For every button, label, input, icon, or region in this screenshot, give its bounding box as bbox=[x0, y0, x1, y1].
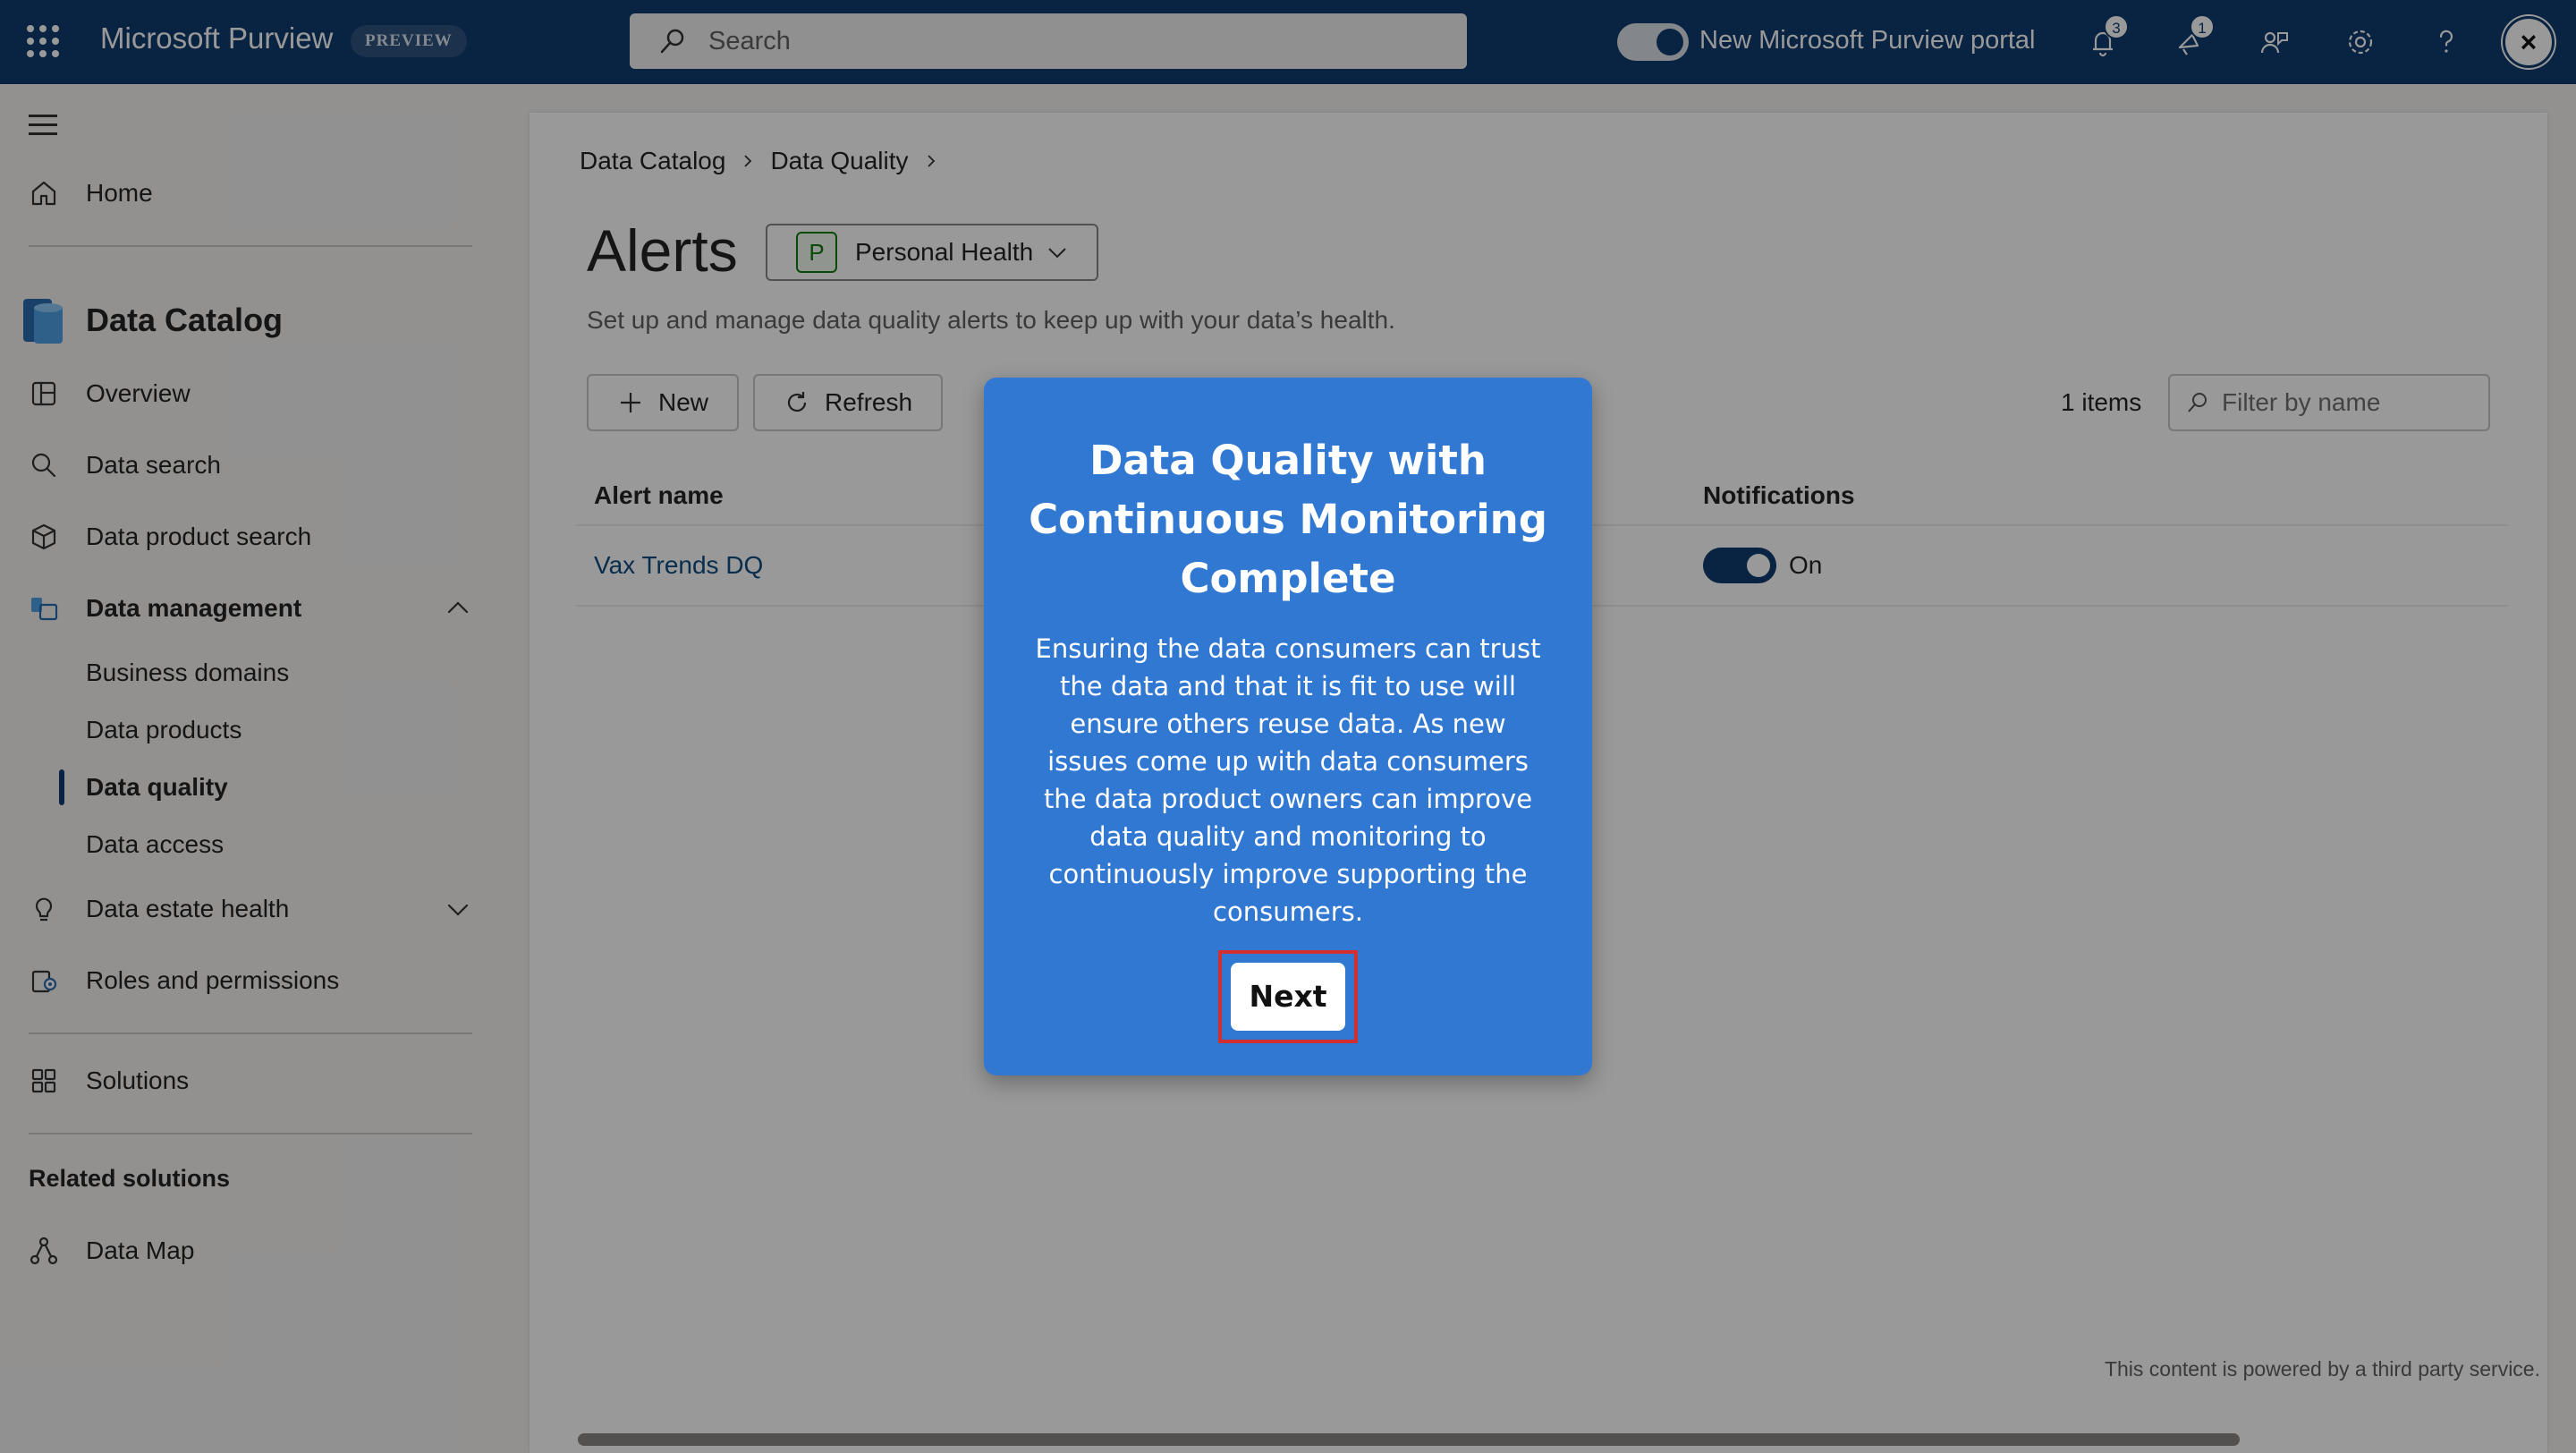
popup-title: Data Quality with Continuous Monitoring … bbox=[1029, 437, 1547, 602]
next-button-highlight: Next bbox=[1218, 950, 1358, 1043]
tour-popup: Data Quality with Continuous Monitoring … bbox=[984, 378, 1592, 1075]
next-button[interactable]: Next bbox=[1231, 963, 1345, 1031]
popup-body: Ensuring the data consumers can trust th… bbox=[1035, 633, 1541, 927]
